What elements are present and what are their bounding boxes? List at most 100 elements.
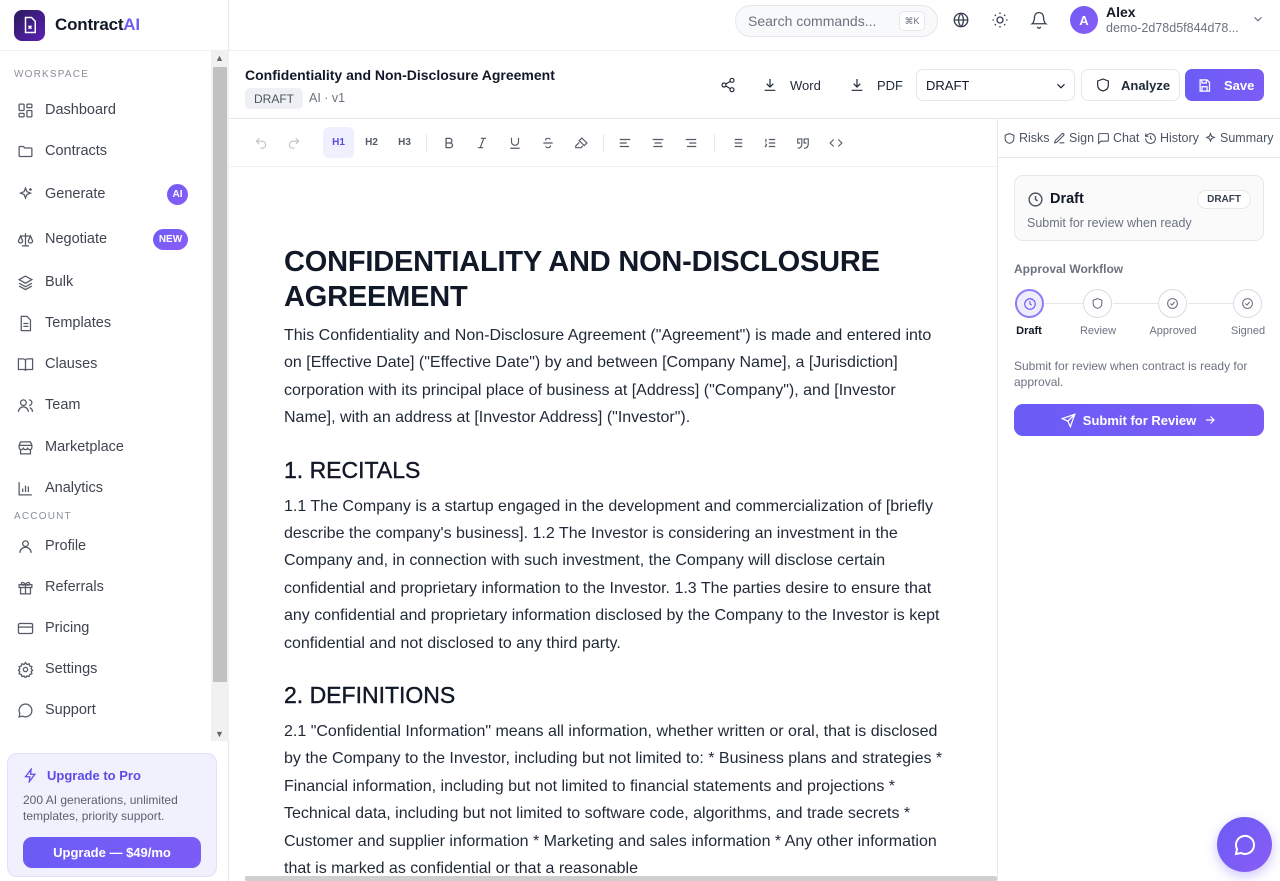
- workflow-step-label: Approved: [1149, 325, 1197, 337]
- workflow-step-review[interactable]: [1083, 289, 1112, 318]
- sidebar-item-label: Templates: [45, 315, 112, 331]
- upgrade-title: Upgrade to Pro: [23, 768, 201, 783]
- highlight-button[interactable]: [565, 127, 596, 158]
- file-text-icon: [17, 315, 34, 332]
- save-button[interactable]: Save: [1185, 69, 1264, 101]
- align-left-button[interactable]: [609, 127, 640, 158]
- brand-name-accent: AI: [123, 15, 140, 34]
- version-label: AI · v1: [309, 91, 346, 105]
- sidebar-item-profile[interactable]: Profile: [0, 528, 211, 564]
- bell-icon[interactable]: [1030, 11, 1048, 29]
- nav-scroll-area: WORKSPACE Dashboard Contracts Generate A…: [0, 51, 211, 741]
- sidebar-item-templates[interactable]: Templates: [0, 305, 211, 341]
- bar-chart-icon: [17, 480, 34, 497]
- workflow-step-signed[interactable]: [1233, 289, 1262, 318]
- scroll-up-icon[interactable]: ▲: [215, 53, 224, 63]
- sun-icon[interactable]: [991, 11, 1009, 29]
- shield-icon: [1092, 298, 1103, 309]
- tab-summary[interactable]: Summary: [1204, 131, 1273, 145]
- scale-icon: [17, 231, 34, 248]
- tab-risks[interactable]: Risks: [1003, 131, 1050, 145]
- sidebar-item-pricing[interactable]: Pricing: [0, 610, 211, 646]
- tab-chat[interactable]: Chat: [1097, 131, 1139, 145]
- sidebar-item-contracts[interactable]: Contracts: [0, 133, 211, 169]
- user-id: demo-2d78d5f844d78...: [1106, 21, 1239, 35]
- share-button[interactable]: [720, 69, 748, 101]
- sidebar-item-bulk[interactable]: Bulk: [0, 264, 211, 300]
- sidebar-item-label: Marketplace: [45, 439, 124, 455]
- workflow-title: Approval Workflow: [1014, 262, 1124, 276]
- document-title[interactable]: Confidentiality and Non-Disclosure Agree…: [245, 67, 555, 83]
- sidebar-item-marketplace[interactable]: Marketplace: [0, 429, 211, 465]
- underline-button[interactable]: [499, 127, 530, 158]
- chevron-down-icon[interactable]: [1251, 12, 1265, 26]
- upgrade-description: 200 AI generations, unlimited templates,…: [23, 793, 178, 823]
- tab-history[interactable]: History: [1144, 131, 1199, 145]
- save-label: Save: [1224, 77, 1255, 93]
- clock-icon: [1023, 297, 1036, 310]
- heading2-button[interactable]: H2: [356, 127, 387, 158]
- sidebar-item-negotiate[interactable]: Negotiate NEW: [0, 221, 211, 257]
- search-placeholder: Search commands...: [748, 13, 877, 29]
- scrollbar-thumb[interactable]: [213, 67, 227, 682]
- avatar[interactable]: A: [1070, 6, 1098, 34]
- user-icon: [17, 538, 34, 555]
- sidebar-item-analytics[interactable]: Analytics: [0, 470, 211, 506]
- italic-button[interactable]: [466, 127, 497, 158]
- scroll-down-icon[interactable]: ▼: [215, 729, 224, 739]
- brand-name: ContractAI: [55, 15, 140, 34]
- tab-sign[interactable]: Sign: [1053, 131, 1094, 145]
- bold-icon: [444, 137, 453, 148]
- editor-toolbar: H1 H2 H3: [229, 119, 997, 167]
- document-body[interactable]: CONFIDENTIALITY AND NON-DISCLOSURE AGREE…: [284, 245, 944, 881]
- align-center-button[interactable]: [642, 127, 673, 158]
- export-word-button[interactable]: Word: [762, 69, 821, 101]
- command-search[interactable]: Search commands... ⌘K: [735, 5, 938, 37]
- analyze-button[interactable]: Analyze: [1081, 69, 1180, 101]
- export-pdf-button[interactable]: PDF: [849, 69, 903, 101]
- status-card: Draft DRAFT Submit for review when ready: [1014, 175, 1264, 241]
- heading3-button[interactable]: H3: [389, 127, 420, 158]
- heading1-button[interactable]: H1: [323, 127, 354, 158]
- sidebar-item-team[interactable]: Team: [0, 387, 211, 423]
- workflow-step-approved[interactable]: [1158, 289, 1187, 318]
- editor-horizontal-scrollbar[interactable]: [245, 876, 997, 881]
- code-button[interactable]: [820, 127, 851, 158]
- sidebar-item-generate[interactable]: Generate AI: [0, 176, 211, 212]
- strikethrough-button[interactable]: [532, 127, 563, 158]
- brand[interactable]: ContractAI: [0, 0, 228, 51]
- store-icon: [17, 439, 34, 456]
- submit-for-review-button[interactable]: Submit for Review: [1014, 404, 1264, 436]
- export-pdf-label: PDF: [877, 77, 903, 93]
- workflow-step-draft[interactable]: [1015, 289, 1044, 318]
- sidebar-item-clauses[interactable]: Clauses: [0, 346, 211, 382]
- sidebar-scrollbar[interactable]: ▲ ▼: [211, 51, 229, 741]
- bullet-list-button[interactable]: [721, 127, 752, 158]
- export-word-label: Word: [790, 77, 821, 93]
- blockquote-button[interactable]: [787, 127, 818, 158]
- user-name[interactable]: Alex: [1106, 4, 1136, 20]
- ordered-list-button[interactable]: [754, 127, 785, 158]
- undo-button[interactable]: [245, 127, 276, 158]
- sidebar-item-settings[interactable]: Settings: [0, 651, 211, 687]
- sidebar-item-support[interactable]: Support: [0, 692, 211, 728]
- upgrade-button[interactable]: Upgrade — $49/mo: [23, 837, 201, 868]
- document-editor[interactable]: CONFIDENTIALITY AND NON-DISCLOSURE AGREE…: [229, 167, 997, 881]
- strikethrough-icon: [542, 137, 553, 148]
- workflow-connector: [1188, 303, 1233, 304]
- section-label-account: ACCOUNT: [14, 511, 72, 522]
- globe-icon[interactable]: [952, 11, 970, 29]
- shield-icon: [1004, 132, 1015, 144]
- chat-fab-button[interactable]: [1217, 817, 1272, 872]
- sidebar-item-dashboard[interactable]: Dashboard: [0, 92, 211, 128]
- status-badge: DRAFT: [245, 88, 303, 109]
- undo-icon: [255, 137, 266, 149]
- message-circle-icon: [1234, 834, 1255, 855]
- status-select[interactable]: DRAFT: [916, 69, 1075, 101]
- gear-icon: [17, 660, 34, 678]
- chevron-down-icon: [1057, 83, 1065, 89]
- align-right-button[interactable]: [675, 127, 706, 158]
- sidebar-item-referrals[interactable]: Referrals: [0, 569, 211, 605]
- bold-button[interactable]: [433, 127, 464, 158]
- redo-button[interactable]: [278, 127, 309, 158]
